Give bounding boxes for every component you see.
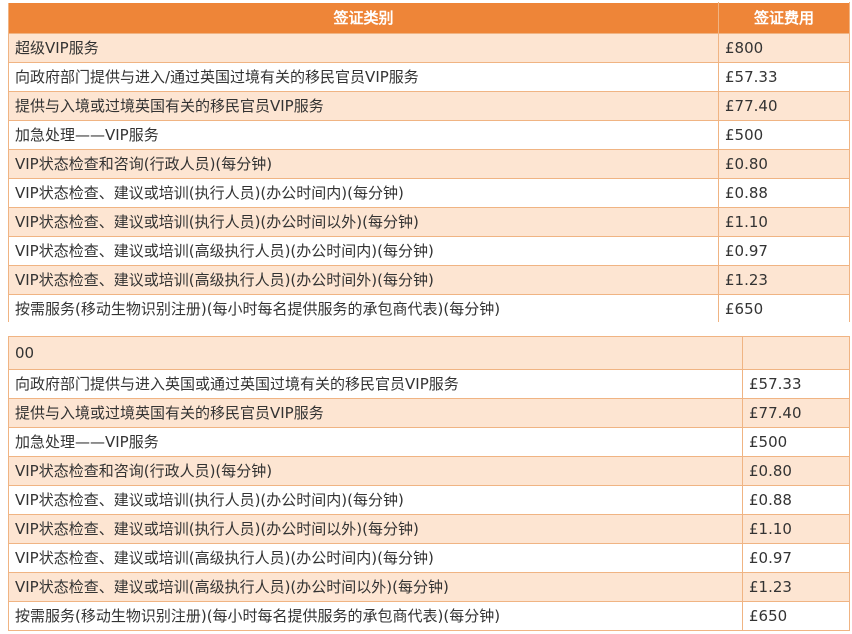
table-row: VIP状态检查、建议或培训(执行人员)(办公时间以外)(每分钟) £1.10 xyxy=(8,207,850,237)
row-service-label: VIP状态检查、建议或培训(执行人员)(办公时间内)(每分钟) xyxy=(8,178,719,208)
table-row: VIP状态检查和咨询(行政人员)(每分钟) £0.80 xyxy=(8,149,850,179)
row-service-label: 向政府部门提供与进入/通过英国过境有关的移民官员VIP服务 xyxy=(8,62,719,92)
visa-fee-table-1: 签证类别 签证费用 超级VIP服务 £800 向政府部门提供与进入/通过英国过境有关… xyxy=(8,2,850,324)
row-service-label: 提供与入境或过境英国有关的移民官员VIP服务 xyxy=(8,91,719,121)
row-service-fee: £77.40 xyxy=(718,91,850,121)
table-2-header-label: 00 xyxy=(8,336,743,370)
row-service-label: VIP状态检查、建议或培训(高级执行人员)(办公时间内)(每分钟) xyxy=(8,236,719,266)
row-service-label: VIP状态检查、建议或培训(高级执行人员)(办公时间内)(每分钟) xyxy=(8,543,743,573)
row-service-label: VIP状态检查和咨询(行政人员)(每分钟) xyxy=(8,456,743,486)
row-service-fee: £1.23 xyxy=(718,265,850,295)
row-service-label: 按需服务(移动生物识别注册)(每小时每名提供服务的承包商代表)(每分钟) xyxy=(8,601,743,631)
table-row: VIP状态检查、建议或培训(高级执行人员)(办公时间外)(每分钟) £1.23 xyxy=(8,265,850,295)
row-service-label: 加急处理——VIP服务 xyxy=(8,427,743,457)
table-row: 按需服务(移动生物识别注册)(每小时每名提供服务的承包商代表)(每分钟) £650 xyxy=(8,294,850,324)
row-service-fee: £500 xyxy=(742,427,850,457)
table-1-body: 超级VIP服务 £800 向政府部门提供与进入/通过英国过境有关的移民官员VIP服务… xyxy=(8,33,850,324)
row-service-label: VIP状态检查、建议或培训(执行人员)(办公时间以外)(每分钟) xyxy=(8,207,719,237)
header-visa-category: 签证类别 xyxy=(8,2,719,34)
table-2-header-fee xyxy=(742,336,850,370)
row-service-fee: £0.88 xyxy=(742,485,850,515)
row-service-label: 加急处理——VIP服务 xyxy=(8,120,719,150)
row-service-label: VIP状态检查、建议或培训(高级执行人员)(办公时间以外)(每分钟) xyxy=(8,572,743,602)
row-service-fee: £0.80 xyxy=(742,456,850,486)
table-2-body: 00 向政府部门提供与进入英国或通过英国过境有关的移民官员VIP服务 £57.33… xyxy=(8,336,850,631)
row-service-fee: £500 xyxy=(718,120,850,150)
row-service-fee: £0.88 xyxy=(718,178,850,208)
visa-fee-table-2: 00 向政府部门提供与进入英国或通过英国过境有关的移民官员VIP服务 £57.33… xyxy=(8,336,850,631)
row-service-fee: £0.80 xyxy=(718,149,850,179)
table-row: 提供与入境或过境英国有关的移民官员VIP服务 £77.40 xyxy=(8,91,850,121)
table-2-header-row: 00 xyxy=(8,336,850,370)
table-row: 向政府部门提供与进入/通过英国过境有关的移民官员VIP服务 £57.33 xyxy=(8,62,850,92)
row-service-fee: £650 xyxy=(742,601,850,631)
row-service-label: 提供与入境或过境英国有关的移民官员VIP服务 xyxy=(8,398,743,428)
row-service-label: 向政府部门提供与进入英国或通过英国过境有关的移民官员VIP服务 xyxy=(8,369,743,399)
table-row: VIP状态检查、建议或培训(高级执行人员)(办公时间以外)(每分钟) £1.23 xyxy=(8,572,850,602)
table-row: 按需服务(移动生物识别注册)(每小时每名提供服务的承包商代表)(每分钟) £650 xyxy=(8,601,850,631)
row-service-fee: £800 xyxy=(718,33,850,63)
table-row: 提供与入境或过境英国有关的移民官员VIP服务 £77.40 xyxy=(8,398,850,428)
row-service-label: VIP状态检查和咨询(行政人员)(每分钟) xyxy=(8,149,719,179)
table-row: 向政府部门提供与进入英国或通过英国过境有关的移民官员VIP服务 £57.33 xyxy=(8,369,850,399)
table-row: 超级VIP服务 £800 xyxy=(8,33,850,63)
table-row: VIP状态检查和咨询(行政人员)(每分钟) £0.80 xyxy=(8,456,850,486)
table-row: VIP状态检查、建议或培训(执行人员)(办公时间内)(每分钟) £0.88 xyxy=(8,178,850,208)
table-row: 加急处理——VIP服务 £500 xyxy=(8,427,850,457)
row-service-fee: £57.33 xyxy=(718,62,850,92)
table-row: 加急处理——VIP服务 £500 xyxy=(8,120,850,150)
row-service-label: VIP状态检查、建议或培训(高级执行人员)(办公时间外)(每分钟) xyxy=(8,265,719,295)
table-row: VIP状态检查、建议或培训(执行人员)(办公时间以外)(每分钟) £1.10 xyxy=(8,514,850,544)
row-service-fee: £1.10 xyxy=(718,207,850,237)
row-service-fee: £650 xyxy=(718,294,850,324)
row-service-fee: £0.97 xyxy=(718,236,850,266)
row-service-label: VIP状态检查、建议或培训(执行人员)(办公时间内)(每分钟) xyxy=(8,485,743,515)
table-header-row: 签证类别 签证费用 xyxy=(8,2,850,34)
row-service-label: VIP状态检查、建议或培训(执行人员)(办公时间以外)(每分钟) xyxy=(8,514,743,544)
row-service-fee: £0.97 xyxy=(742,543,850,573)
row-service-label: 超级VIP服务 xyxy=(8,33,719,63)
table-row: VIP状态检查、建议或培训(执行人员)(办公时间内)(每分钟) £0.88 xyxy=(8,485,850,515)
row-service-fee: £1.10 xyxy=(742,514,850,544)
row-service-label: 按需服务(移动生物识别注册)(每小时每名提供服务的承包商代表)(每分钟) xyxy=(8,294,719,324)
table-row: VIP状态检查、建议或培训(高级执行人员)(办公时间内)(每分钟) £0.97 xyxy=(8,543,850,573)
table-gap xyxy=(0,322,852,336)
table-row: VIP状态检查、建议或培训(高级执行人员)(办公时间内)(每分钟) £0.97 xyxy=(8,236,850,266)
row-service-fee: £77.40 xyxy=(742,398,850,428)
header-visa-fee: 签证费用 xyxy=(718,2,850,34)
row-service-fee: £57.33 xyxy=(742,369,850,399)
row-service-fee: £1.23 xyxy=(742,572,850,602)
